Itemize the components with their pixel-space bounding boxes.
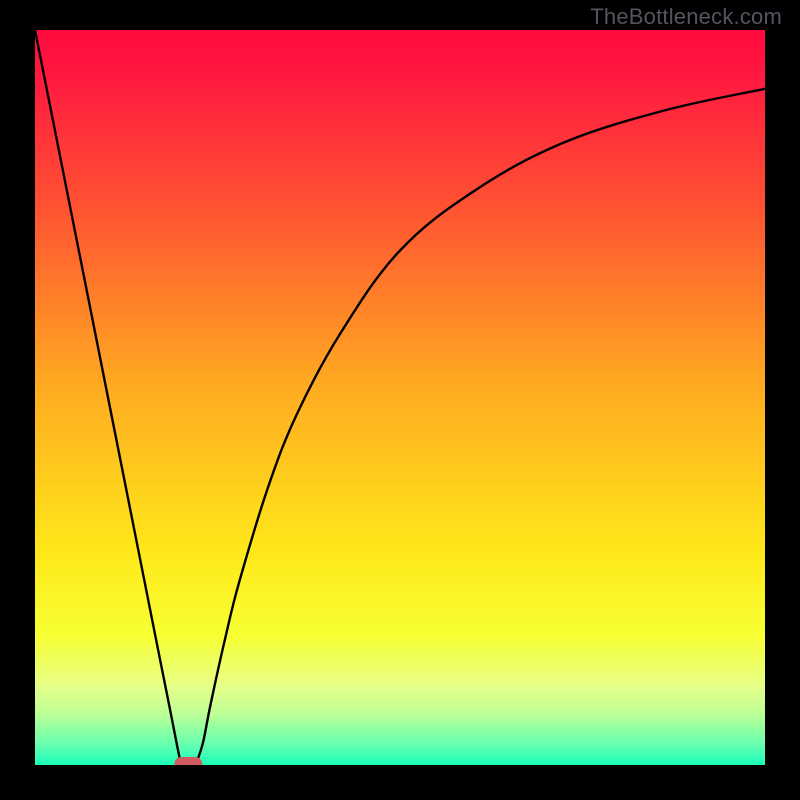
curve-layer <box>35 30 765 765</box>
chart-frame: TheBottleneck.com <box>0 0 800 800</box>
curve-right-branch <box>196 89 765 765</box>
watermark-text: TheBottleneck.com <box>590 4 782 30</box>
minimum-marker <box>174 757 202 765</box>
curve-left-branch <box>35 30 181 765</box>
plot-area <box>35 30 765 765</box>
